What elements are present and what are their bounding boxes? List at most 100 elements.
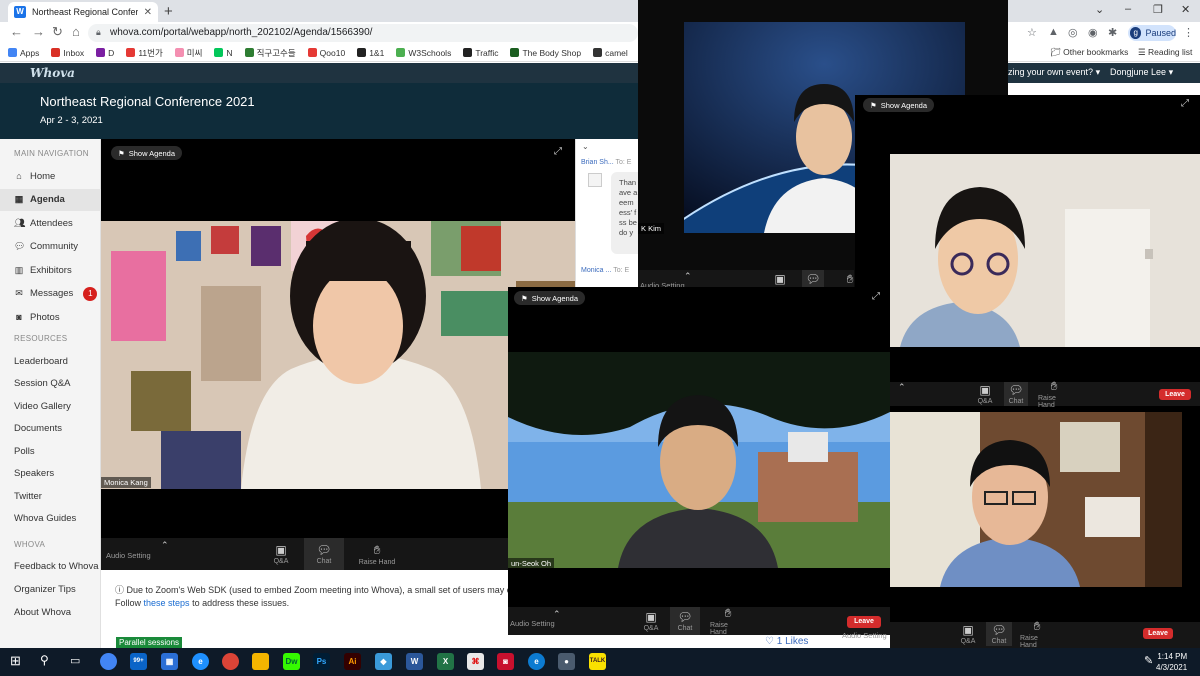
raise-hand-button[interactable]: ✋︎ Raise Hand bbox=[352, 538, 402, 570]
close-icon[interactable]: ✕ bbox=[144, 7, 152, 18]
dreamweaver-icon[interactable]: Dw bbox=[283, 653, 300, 670]
bookmark-item[interactable]: camel bbox=[593, 48, 628, 58]
caret-up-icon[interactable]: ⌃ bbox=[684, 271, 692, 282]
chrome-icon[interactable] bbox=[222, 653, 239, 670]
sidebar-item-twitter[interactable]: Twitter bbox=[0, 485, 101, 507]
browser-tab[interactable]: W Northeast Regional Confere ✕ bbox=[8, 2, 158, 22]
caret-up-icon[interactable]: ⌃ bbox=[161, 540, 169, 551]
show-agenda-button[interactable]: ⚑ Show Agenda bbox=[111, 146, 183, 160]
task-view-icon[interactable]: ▭ bbox=[70, 654, 80, 667]
chat-button[interactable]: 💬︎ Chat bbox=[986, 622, 1012, 646]
show-agenda-button[interactable]: ⚑ Show Agenda bbox=[863, 98, 935, 112]
chat-button[interactable]: 💬︎ Chat bbox=[1004, 382, 1028, 406]
host-event-link[interactable]: zing your own event? ▾ bbox=[1008, 67, 1100, 78]
other-bookmarks[interactable]: 📁︎ Other bookmarks bbox=[1050, 47, 1128, 58]
fullscreen-icon[interactable]: ⤢ bbox=[1181, 98, 1189, 109]
raise-hand-button[interactable]: ✋︎ Raise Hand bbox=[1020, 619, 1054, 649]
extension-icon[interactable]: ◉ bbox=[1088, 26, 1098, 39]
mail-icon[interactable]: 99+ bbox=[130, 653, 147, 670]
drive-extension-icon[interactable]: ▲ bbox=[1048, 26, 1059, 38]
bookmark-item[interactable]: 11번가 bbox=[126, 47, 163, 59]
star-icon[interactable]: ☆ bbox=[1027, 26, 1037, 39]
puzzle-icon[interactable]: ✱ bbox=[1108, 26, 1117, 39]
sidebar-item-home[interactable]: ⌂ Home bbox=[0, 165, 101, 187]
qa-button[interactable]: ▣ Q&A bbox=[262, 538, 300, 570]
tab-search-icon[interactable]: ⌄ bbox=[1095, 3, 1104, 16]
sidebar-item-photos[interactable]: ◙ Photos bbox=[0, 306, 101, 328]
bookmark-item[interactable]: Apps bbox=[8, 48, 39, 58]
fullscreen-icon[interactable]: ⤢ bbox=[554, 146, 562, 157]
bookmark-item[interactable]: Inbox bbox=[51, 48, 84, 58]
sidebar-item-speakers[interactable]: Speakers bbox=[0, 463, 101, 485]
edge-icon[interactable]: e bbox=[528, 653, 545, 670]
bookmark-item[interactable]: 직구고수들 bbox=[244, 47, 296, 59]
lock-icon[interactable]: 🔒︎ bbox=[96, 27, 101, 38]
sidebar-item-documents[interactable]: Documents bbox=[0, 418, 101, 440]
leave-button[interactable]: Leave bbox=[1143, 628, 1173, 639]
whova-logo[interactable]: Whova bbox=[30, 66, 75, 80]
sidebar-item-video-gallery[interactable]: Video Gallery bbox=[0, 395, 101, 417]
bookmark-item[interactable]: The Body Shop bbox=[510, 48, 581, 58]
sidebar-item-agenda[interactable]: ▦ Agenda bbox=[0, 188, 101, 211]
bookmark-item[interactable]: 1&1 bbox=[357, 48, 384, 58]
leave-button[interactable]: Leave bbox=[847, 616, 881, 628]
extension-icon[interactable]: ◎ bbox=[1068, 26, 1078, 39]
search-icon[interactable]: ⚲ bbox=[40, 653, 49, 667]
user-menu[interactable]: Dongjune Lee ▾ bbox=[1110, 67, 1173, 78]
qa-button[interactable]: ▣ Q&A bbox=[958, 622, 978, 646]
caret-up-icon[interactable]: ⌃ bbox=[553, 609, 561, 620]
chevron-down-icon[interactable]: ⌄ bbox=[582, 142, 589, 151]
audio-setting[interactable]: Audio Setting bbox=[510, 619, 555, 628]
bookmark-item[interactable]: 미씨 bbox=[174, 47, 202, 59]
chrome-active-icon[interactable]: ● bbox=[558, 653, 575, 670]
home-icon[interactable]: ⌂ bbox=[72, 24, 80, 39]
sidebar-item-attendees[interactable]: 👥︎ Attendees bbox=[0, 212, 101, 234]
minimize-button[interactable]: – bbox=[1125, 3, 1131, 15]
chrome-remote-icon[interactable] bbox=[100, 653, 117, 670]
reload-icon[interactable]: ↻ bbox=[52, 24, 63, 40]
pen-icon[interactable]: ✎ bbox=[1144, 654, 1153, 667]
audio-setting[interactable]: Audio Setting bbox=[106, 551, 151, 560]
qa-button[interactable]: ▣ Q&A bbox=[640, 607, 662, 635]
sidebar-item-exhibitors[interactable]: ▥ Exhibitors bbox=[0, 259, 101, 281]
app-icon[interactable]: ◙ bbox=[497, 653, 514, 670]
excel-icon[interactable]: X bbox=[437, 653, 454, 670]
likes-button[interactable]: ♡ 1 Likes bbox=[765, 636, 808, 647]
chat-button[interactable]: 💬︎ Chat bbox=[670, 607, 700, 635]
menu-icon[interactable]: ⋮ bbox=[1183, 26, 1194, 39]
fullscreen-icon[interactable]: ⤢ bbox=[872, 291, 880, 302]
app-icon[interactable]: ◆ bbox=[375, 653, 392, 670]
sidebar-item-about-whova[interactable]: About Whova bbox=[0, 601, 101, 623]
photoshop-icon[interactable]: Ps bbox=[313, 653, 330, 670]
chat-button[interactable]: 💬︎ bbox=[802, 270, 824, 288]
show-agenda-button[interactable]: ⚑ Show Agenda bbox=[514, 291, 586, 305]
bookmark-item[interactable]: W3Schools bbox=[396, 48, 451, 58]
sidebar-item-session-q-a[interactable]: Session Q&A bbox=[0, 373, 101, 395]
profile-button[interactable]: g Paused bbox=[1128, 25, 1176, 41]
qa-button[interactable]: ▣ Q&A bbox=[976, 382, 994, 406]
file-explorer-icon[interactable] bbox=[252, 653, 269, 670]
maximize-button[interactable]: ❐ bbox=[1153, 3, 1163, 16]
sidebar-item-polls[interactable]: Polls bbox=[0, 440, 101, 462]
sidebar-item-leaderboard[interactable]: Leaderboard bbox=[0, 350, 101, 372]
leave-button[interactable]: Leave bbox=[1159, 389, 1191, 400]
bookmark-item[interactable]: D bbox=[96, 48, 114, 58]
chat-button[interactable]: 💬︎ Chat bbox=[304, 538, 344, 570]
reading-list[interactable]: ☰ Reading list bbox=[1138, 47, 1192, 58]
store-icon[interactable]: ▦ bbox=[161, 653, 178, 670]
caret-up-icon[interactable]: ⌃ bbox=[898, 382, 906, 393]
sidebar-item-feedback-to-whova[interactable]: Feedback to Whova bbox=[0, 555, 101, 577]
close-window-button[interactable]: ✕ bbox=[1181, 3, 1190, 16]
forward-icon[interactable]: → bbox=[32, 24, 45, 39]
illustrator-icon[interactable]: Ai bbox=[344, 653, 361, 670]
windows-start-icon[interactable]: ⊞ bbox=[10, 653, 21, 669]
qa-button[interactable]: ▣ bbox=[772, 270, 788, 288]
bookmark-item[interactable]: Traffic bbox=[463, 48, 498, 58]
system-clock[interactable]: 1:14 PM 4/3/2021 bbox=[1156, 651, 1187, 673]
new-tab-button[interactable]: + bbox=[164, 3, 173, 20]
sidebar-item-community[interactable]: 💬︎ Community bbox=[0, 236, 101, 258]
address-bar[interactable]: whova.com/portal/webapp/north_202102/Age… bbox=[88, 24, 638, 42]
sidebar-item-organizer-tips[interactable]: Organizer Tips bbox=[0, 578, 101, 600]
word-icon[interactable]: W bbox=[406, 653, 423, 670]
bookmark-item[interactable]: Qoo10 bbox=[307, 48, 345, 58]
